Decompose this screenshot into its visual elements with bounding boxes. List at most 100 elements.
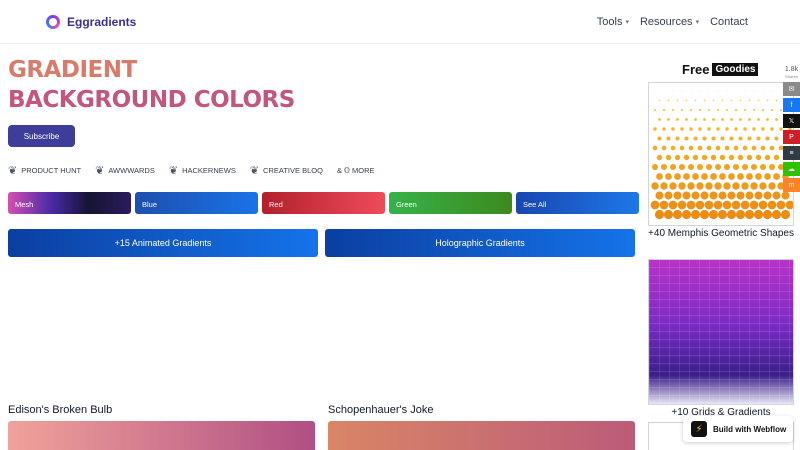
card-title[interactable]: Edison's Broken Bulb [8, 404, 112, 416]
award-label: HACKERNEWS [182, 166, 236, 175]
nav-label: Tools [596, 16, 623, 28]
gradient-card[interactable] [8, 421, 315, 450]
halftone-dot [658, 99, 661, 102]
halftone-dot [785, 200, 793, 210]
share-count: 1.8k [784, 66, 799, 73]
buffer-icon[interactable]: ≡ [783, 146, 800, 160]
halftone-dot [699, 209, 710, 220]
halftone-dot [675, 136, 680, 141]
wechat-icon[interactable]: ☁ [783, 162, 800, 176]
goodies-tag: Goodies [712, 63, 759, 76]
halftone-dot [681, 90, 683, 92]
halftone-dot [654, 90, 656, 92]
nav-resources[interactable]: Resources ▾ [640, 16, 699, 28]
halftone-dot [687, 163, 695, 171]
nav-label: Resources [639, 16, 693, 28]
halftone-dot [722, 200, 732, 210]
halftone-dot [724, 145, 730, 151]
halftone-dot [737, 173, 744, 180]
halftone-dot [768, 163, 776, 171]
chip-see-all[interactable]: See All [516, 192, 639, 214]
brand-name[interactable]: Eggradients [67, 15, 136, 29]
halftone-dot [773, 173, 780, 180]
halftone-dot [656, 154, 663, 161]
memphis-shapes-caption[interactable]: +40 Memphis Geometric Shapes [648, 226, 794, 242]
grids-gradients-preview[interactable] [648, 259, 794, 405]
card-title[interactable]: Schopenhauer's Joke [328, 404, 433, 416]
halftone-dot [769, 145, 775, 151]
halftone-dot [698, 127, 702, 131]
halftone-dot [780, 90, 782, 92]
halftone-dot [691, 191, 700, 200]
halftone-dot [659, 200, 669, 210]
chip-green[interactable]: Green [389, 192, 512, 214]
logo-icon[interactable] [46, 15, 60, 29]
halftone-dot [710, 154, 717, 161]
halftone-dot [701, 173, 708, 180]
email-icon[interactable]: ✉ [783, 82, 800, 96]
halftone-dot [748, 99, 751, 102]
subscribe-button[interactable]: Subscribe [8, 125, 75, 147]
animated-gradients-button[interactable]: +15 Animated Gradients [8, 229, 318, 257]
halftone-dot [653, 127, 657, 131]
halftone-dot [685, 99, 688, 102]
chip-red[interactable]: Red [262, 192, 385, 214]
memphis-shapes-preview[interactable] [648, 82, 794, 226]
goodies-heading: Free Goodies [682, 62, 759, 77]
halftone-dot [746, 154, 753, 161]
halftone-dot [719, 173, 726, 180]
halftone-dot [764, 154, 771, 161]
mix-icon[interactable]: m [783, 178, 800, 192]
halftone-dot [704, 200, 714, 210]
halftone-dot [686, 200, 696, 210]
halftone-dot [719, 154, 726, 161]
halftone-dot [662, 127, 666, 131]
halftone-dot [712, 99, 715, 102]
awards-more: & 𝕆 MORE [336, 166, 375, 175]
halftone-dot [739, 118, 742, 121]
facebook-icon[interactable]: f [783, 98, 800, 112]
halftone-dot [697, 145, 703, 151]
halftone-dot [698, 108, 702, 112]
halftone-dot [743, 127, 747, 131]
gradient-card[interactable] [328, 421, 635, 450]
halftone-dot [761, 108, 765, 112]
halftone-dot [674, 173, 681, 180]
halftone-dot [753, 209, 764, 220]
halftone-dot [655, 191, 664, 200]
halftone-dot [730, 99, 733, 102]
halftone-dot [734, 127, 738, 131]
halftone-dot [687, 182, 695, 190]
halftone-dot [657, 136, 662, 141]
pinterest-icon[interactable]: P [783, 130, 800, 144]
halftone-dot [689, 127, 693, 131]
halftone-dot [741, 163, 749, 171]
halftone-dot [676, 99, 679, 102]
goodies-free: Free [682, 62, 710, 77]
halftone-dot [743, 108, 747, 112]
halftone-dot [658, 118, 661, 121]
webflow-badge[interactable]: ⚡ Build with Webflow [683, 416, 793, 442]
chip-blue[interactable]: Blue [135, 192, 258, 214]
chip-mesh[interactable]: Mesh [8, 192, 131, 214]
halftone-dot [720, 136, 725, 141]
title-line-2: BACKGROUND COLORS [8, 87, 295, 113]
nav-contact[interactable]: Contact [710, 16, 748, 28]
halftone-dot [707, 127, 711, 131]
holographic-gradients-button[interactable]: Holographic Gradients [325, 229, 635, 257]
halftone-dot [703, 118, 706, 121]
halftone-dot [770, 108, 774, 112]
halftone-dot [653, 108, 657, 112]
halftone-dot [651, 163, 659, 171]
halftone-dot [660, 163, 668, 171]
award-creative-bloq: ❦ CREATIVE BLOQ [250, 164, 323, 177]
halftone-dot [711, 136, 716, 141]
halftone-dot [779, 108, 783, 112]
halftone-dot [760, 145, 766, 151]
x-icon[interactable]: 𝕏 [783, 114, 800, 128]
nav-tools[interactable]: Tools ▾ [597, 16, 629, 28]
halftone-dot [771, 209, 782, 220]
halftone-dot [768, 182, 776, 190]
halftone-dot [748, 118, 751, 121]
halftone-dot [695, 200, 705, 210]
